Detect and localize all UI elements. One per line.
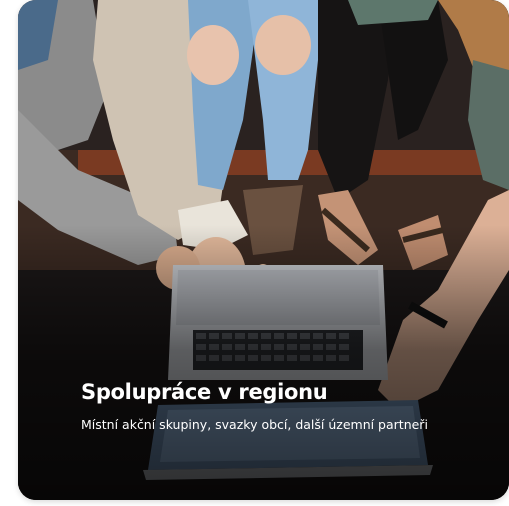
card-subtitle: Místní akční skupiny, svazky obcí, další… — [81, 417, 428, 432]
region-cooperation-card[interactable]: Spolupráce v regionu Místní akční skupin… — [18, 0, 509, 500]
card-title[interactable]: Spolupráce v regionu — [81, 378, 481, 406]
card-caption: Spolupráce v regionu Místní akční skupin… — [81, 378, 481, 436]
